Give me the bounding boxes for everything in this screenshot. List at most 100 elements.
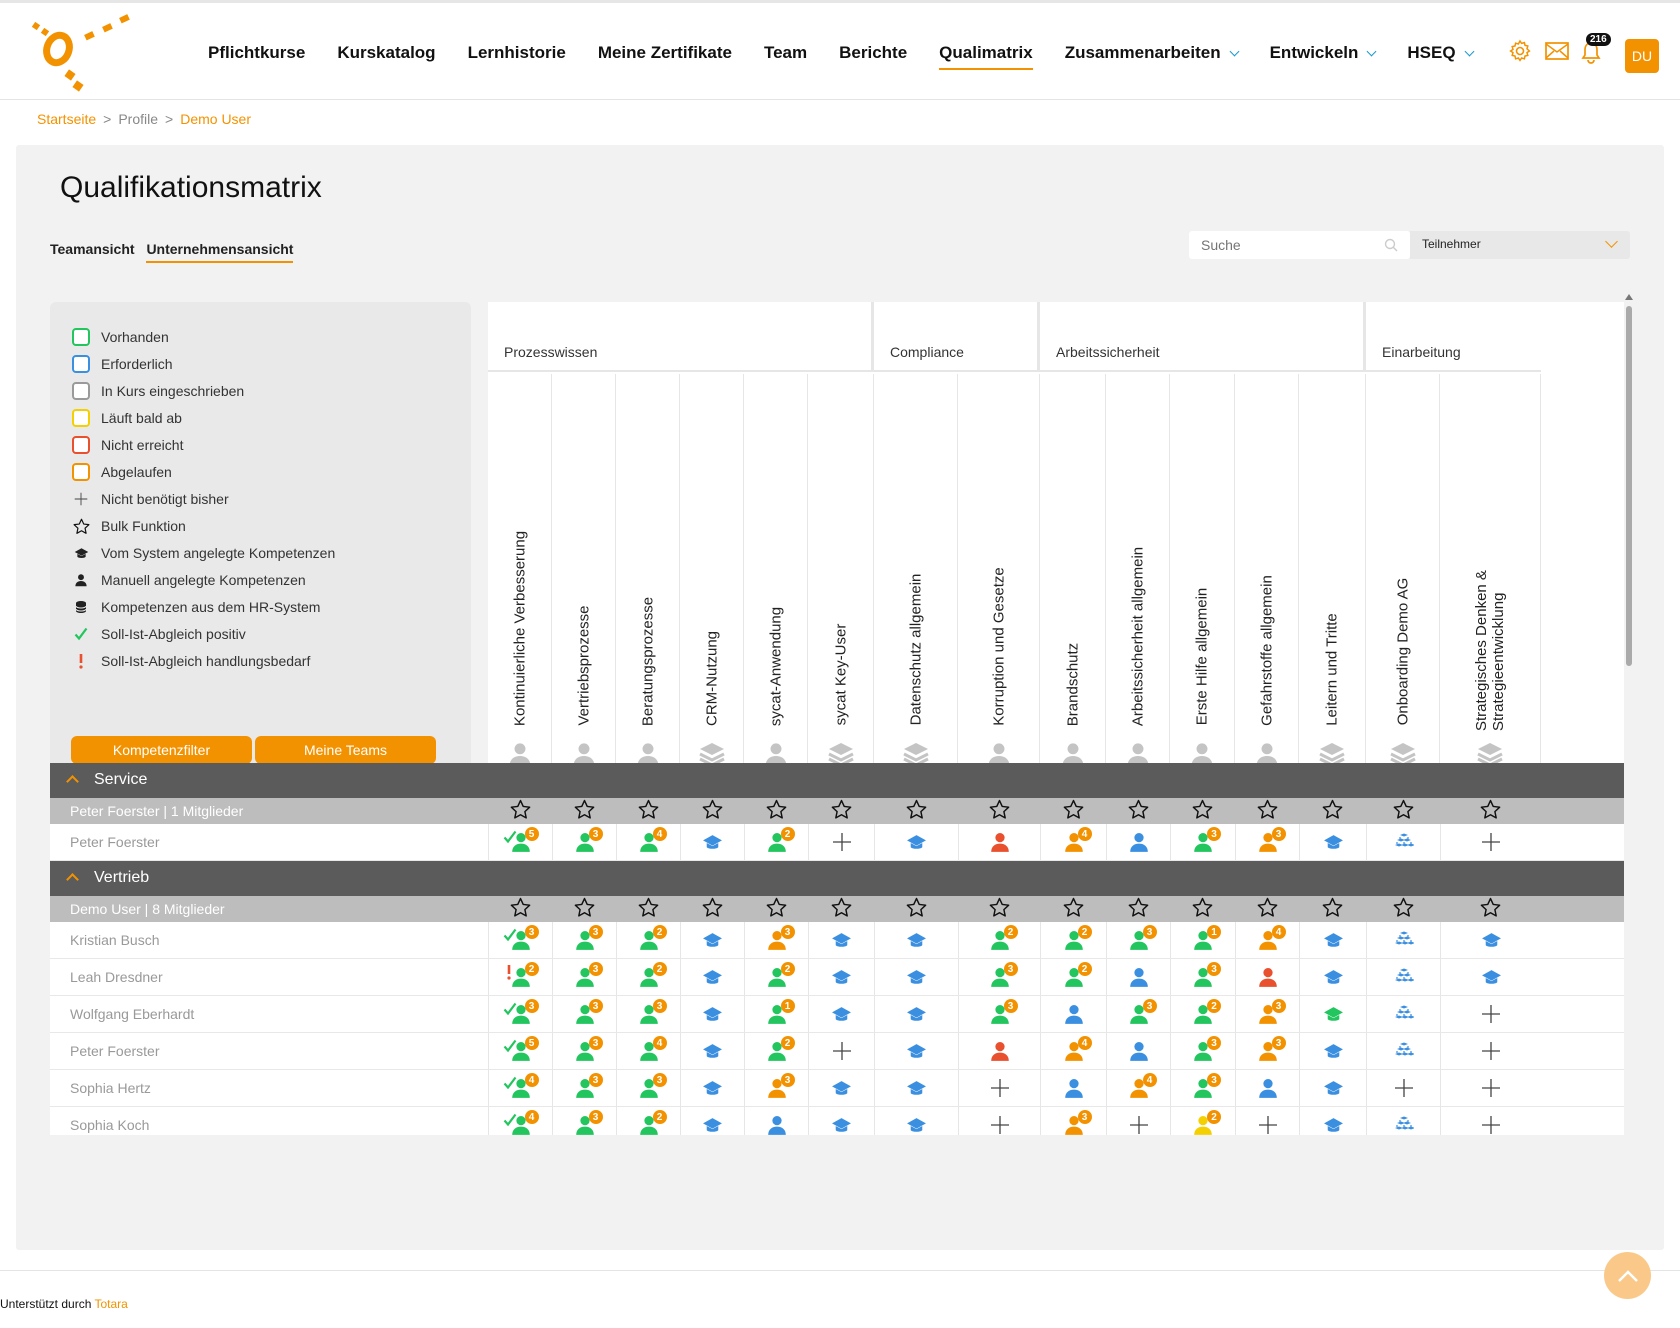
bulk-star-cell[interactable] — [744, 896, 808, 922]
team-header-vertrieb[interactable]: Vertrieb — [50, 861, 1624, 896]
competency-cell[interactable] — [1299, 1033, 1366, 1069]
competency-cell[interactable]: 2 — [958, 922, 1040, 958]
nav-item-berichte[interactable]: Berichte — [839, 43, 907, 68]
competency-cell[interactable]: 3 — [616, 996, 680, 1032]
member-name[interactable]: Wolfgang Eberhardt — [70, 1006, 194, 1022]
nav-item-hseq[interactable]: HSEQ — [1407, 43, 1475, 68]
mail-icon[interactable] — [1545, 41, 1569, 61]
competency-cell[interactable]: 5 — [488, 1033, 552, 1069]
member-name[interactable]: Sophia Koch — [70, 1117, 149, 1133]
competency-cell[interactable]: 3 — [958, 959, 1040, 995]
competency-cell[interactable] — [1106, 1033, 1170, 1069]
competency-cell[interactable] — [808, 1033, 874, 1069]
column-header[interactable]: Onboarding Demo AG — [1366, 374, 1440, 782]
star-icon[interactable] — [906, 897, 927, 921]
star-icon[interactable] — [510, 799, 531, 823]
column-header[interactable]: sycat-Anwendung — [744, 374, 808, 782]
competency-cell[interactable]: 5 — [488, 824, 552, 860]
competency-cell[interactable] — [1440, 959, 1541, 995]
competency-cell[interactable]: 3 — [616, 1070, 680, 1106]
star-icon[interactable] — [574, 897, 595, 921]
column-header[interactable]: Beratungsprozesse — [616, 374, 680, 782]
competency-cell[interactable]: 3 — [1170, 1033, 1235, 1069]
competency-cell[interactable]: 4 — [1106, 1070, 1170, 1106]
member-name[interactable]: Peter Foerster — [70, 1043, 159, 1059]
bulk-star-cell[interactable] — [1106, 896, 1170, 922]
competency-cell[interactable]: 3 — [958, 996, 1040, 1032]
competency-cell[interactable]: 2 — [616, 959, 680, 995]
bulk-star-cell[interactable] — [958, 798, 1040, 824]
bulk-star-cell[interactable] — [744, 798, 808, 824]
competency-cell[interactable]: 2 — [744, 1033, 808, 1069]
competency-cell[interactable] — [1235, 1107, 1299, 1135]
bulk-star-cell[interactable] — [1170, 896, 1235, 922]
column-header[interactable]: Datenschutz allgemein — [874, 374, 958, 782]
competency-cell[interactable] — [874, 1070, 958, 1106]
meine-teams-button[interactable]: Meine Teams — [255, 736, 436, 764]
matrix-scrollbar[interactable] — [1621, 290, 1637, 1290]
competency-cell[interactable] — [808, 996, 874, 1032]
bulk-star-cell[interactable] — [616, 896, 680, 922]
star-icon[interactable] — [1063, 897, 1084, 921]
participant-select[interactable]: Teilnehmer — [1410, 231, 1630, 259]
breadcrumb-profile[interactable]: Profile — [118, 111, 158, 127]
star-icon[interactable] — [1393, 799, 1414, 823]
competency-cell[interactable] — [1106, 824, 1170, 860]
company-logo[interactable] — [30, 11, 135, 96]
bulk-star-cell[interactable] — [808, 896, 874, 922]
competency-cell[interactable] — [680, 1033, 744, 1069]
tab-unternehmensansicht[interactable]: Unternehmensansicht — [146, 241, 294, 263]
bulk-star-cell[interactable] — [1235, 896, 1299, 922]
competency-cell[interactable]: 3 — [1170, 1070, 1235, 1106]
bulk-star-cell[interactable] — [680, 798, 744, 824]
star-icon[interactable] — [989, 897, 1010, 921]
competency-cell[interactable] — [808, 824, 874, 860]
bulk-star-cell[interactable] — [1366, 896, 1440, 922]
star-icon[interactable] — [766, 799, 787, 823]
competency-cell[interactable] — [1366, 959, 1440, 995]
competency-cell[interactable]: 1 — [744, 996, 808, 1032]
competency-cell[interactable] — [874, 824, 958, 860]
competency-cell[interactable] — [958, 1070, 1040, 1106]
star-icon[interactable] — [1063, 799, 1084, 823]
competency-cell[interactable] — [874, 922, 958, 958]
tab-teamansicht[interactable]: Teamansicht — [50, 241, 135, 257]
avatar[interactable]: DU — [1625, 39, 1659, 73]
competency-cell[interactable] — [958, 1033, 1040, 1069]
bulk-star-cell[interactable] — [680, 896, 744, 922]
team-header-service[interactable]: Service — [50, 763, 1624, 798]
competency-cell[interactable]: 4 — [1040, 824, 1106, 860]
competency-cell[interactable] — [1366, 1107, 1440, 1135]
column-header[interactable]: Kontinuierliche Verbesserung — [488, 374, 552, 782]
competency-cell[interactable] — [1106, 1107, 1170, 1135]
competency-cell[interactable] — [1299, 824, 1366, 860]
breadcrumb-home[interactable]: Startseite — [37, 111, 96, 127]
competency-cell[interactable] — [744, 1107, 808, 1135]
competency-cell[interactable] — [1235, 959, 1299, 995]
scroll-to-top-button[interactable] — [1604, 1252, 1651, 1299]
competency-cell[interactable] — [1106, 959, 1170, 995]
star-icon[interactable] — [638, 897, 659, 921]
member-name[interactable]: Leah Dresdner — [70, 969, 163, 985]
competency-cell[interactable] — [1366, 824, 1440, 860]
search-input[interactable] — [1189, 231, 1410, 259]
competency-cell[interactable] — [680, 824, 744, 860]
nav-item-entwickeln[interactable]: Entwickeln — [1270, 43, 1377, 68]
competency-cell[interactable] — [1299, 1107, 1366, 1135]
competency-cell[interactable]: 4 — [1235, 922, 1299, 958]
competency-cell[interactable]: 3 — [744, 1070, 808, 1106]
competency-cell[interactable] — [1366, 1070, 1440, 1106]
competency-cell[interactable] — [958, 1107, 1040, 1135]
competency-cell[interactable]: 3 — [1235, 1033, 1299, 1069]
bulk-star-cell[interactable] — [488, 896, 552, 922]
competency-cell[interactable]: 4 — [1040, 1033, 1106, 1069]
column-header[interactable]: Leitern und Tritte — [1299, 374, 1366, 782]
competency-cell[interactable]: 3 — [488, 922, 552, 958]
competency-cell[interactable] — [808, 1070, 874, 1106]
bulk-star-cell[interactable] — [1235, 798, 1299, 824]
competency-cell[interactable]: 2 — [1170, 996, 1235, 1032]
footer-link-totara[interactable]: Totara — [95, 1297, 128, 1311]
nav-item-lernhistorie[interactable]: Lernhistorie — [468, 43, 566, 68]
member-name[interactable]: Kristian Busch — [70, 932, 159, 948]
competency-cell[interactable]: 2 — [1170, 1107, 1235, 1135]
